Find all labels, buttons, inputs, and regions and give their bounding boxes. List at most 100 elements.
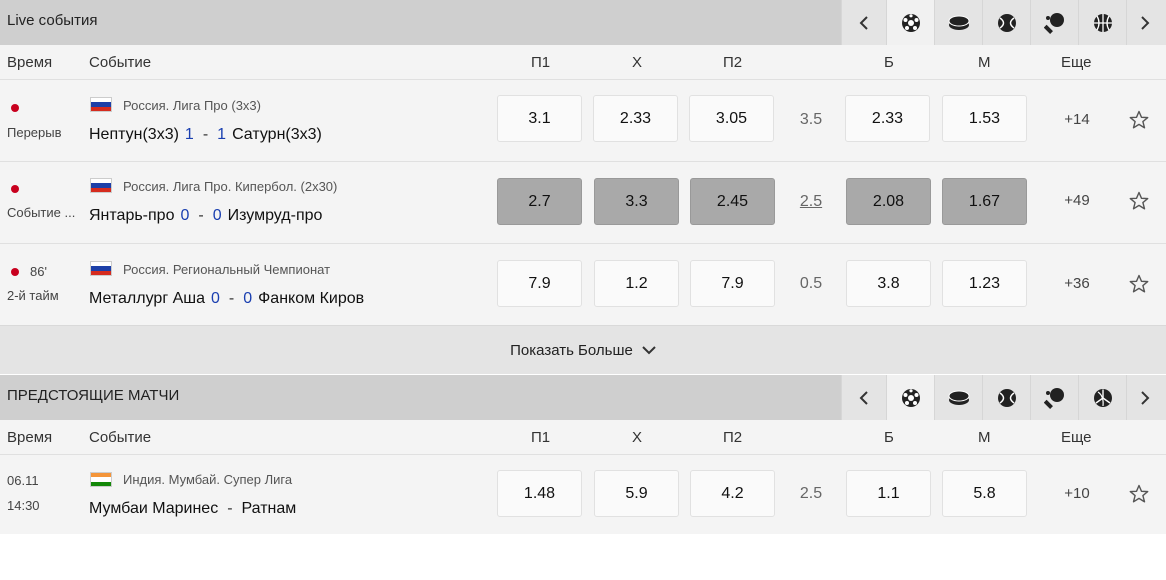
odd-under-button[interactable]: 5.8	[942, 470, 1027, 517]
upcoming-nav-prev-button[interactable]	[841, 375, 886, 420]
star-icon[interactable]	[1129, 110, 1149, 130]
odd-over-button[interactable]: 3.8	[846, 260, 931, 307]
basketball-icon	[1093, 13, 1112, 32]
upcoming-header: ПРЕДСТОЯЩИЕ МАТЧИ	[0, 375, 1166, 420]
live-header: Live события	[0, 0, 1166, 45]
total-value[interactable]: 2.5	[791, 193, 831, 211]
odd-p2-button[interactable]: 2.45	[690, 178, 775, 225]
chevron-left-icon	[859, 390, 868, 405]
live-nav-table-tennis[interactable]	[1030, 0, 1078, 45]
column-time: Время	[7, 429, 53, 446]
upcoming-nav-volleyball[interactable]	[1078, 375, 1126, 420]
hockey-puck-icon	[948, 15, 969, 30]
chevron-right-icon	[1141, 15, 1150, 30]
live-nav-soccer[interactable]	[886, 0, 934, 45]
table-row: 06.11 14:30 Индия. Мумбай. Супер Лига Му…	[0, 454, 1166, 534]
column-p2: П2	[723, 429, 743, 446]
soccer-ball-icon	[901, 388, 920, 407]
upcoming-nav-table-tennis[interactable]	[1030, 375, 1078, 420]
total-value: 2.5	[799, 485, 823, 502]
upcoming-section: ПРЕДСТОЯЩИЕ МАТЧИ Время Событие П1 Х П2 …	[0, 375, 1166, 534]
odd-x-button[interactable]: 2.33	[593, 95, 678, 142]
column-event: Событие	[89, 429, 152, 446]
upcoming-nav-tennis[interactable]	[982, 375, 1030, 420]
table-tennis-icon	[1043, 387, 1064, 409]
upcoming-title: ПРЕДСТОЯЩИЕ МАТЧИ	[0, 375, 841, 420]
upcoming-nav-hockey[interactable]	[934, 375, 982, 420]
live-indicator	[11, 185, 19, 193]
odd-over-button[interactable]: 2.33	[845, 95, 930, 142]
more-markets-link[interactable]: +36	[1054, 275, 1100, 292]
odd-p1-button[interactable]: 2.7	[497, 178, 582, 225]
basketball-icon	[997, 13, 1016, 32]
odd-x-button[interactable]: 1.2	[594, 260, 679, 307]
russia-flag-icon	[90, 97, 112, 112]
odd-under-button[interactable]: 1.67	[942, 178, 1027, 225]
odd-p2-button[interactable]: 4.2	[690, 470, 775, 517]
live-nav-prev-button[interactable]	[841, 0, 886, 45]
away-score: 0	[212, 207, 222, 224]
russia-flag-icon	[90, 178, 112, 193]
live-nav-tennis[interactable]	[982, 0, 1030, 45]
odd-under-button[interactable]: 1.23	[942, 260, 1027, 307]
column-more: Еще	[1061, 54, 1092, 71]
odd-p2-button[interactable]: 3.05	[689, 95, 774, 142]
column-event: Событие	[89, 54, 152, 71]
show-more-label: Показать Больше	[510, 341, 633, 359]
odd-over-button[interactable]: 2.08	[846, 178, 931, 225]
away-score: 1	[217, 126, 227, 143]
upcoming-nav-next-button[interactable]	[1126, 375, 1163, 420]
live-sport-nav	[841, 0, 1166, 45]
away-team: Ратнам	[241, 500, 297, 517]
odd-x-button[interactable]: 5.9	[594, 470, 679, 517]
match-date: 06.11	[7, 473, 39, 488]
match-teams[interactable]: Мумбаи Маринес - Ратнам	[89, 500, 296, 518]
soccer-ball-icon	[901, 13, 920, 32]
column-m: М	[978, 429, 991, 446]
home-team: Мумбаи Маринес	[89, 500, 219, 517]
home-score: 0	[180, 207, 190, 224]
show-more-button[interactable]: Показать Больше	[0, 325, 1166, 374]
column-more: Еще	[1061, 429, 1092, 446]
away-team: Фанком Киров	[258, 290, 365, 307]
odd-under-button[interactable]: 1.53	[942, 95, 1027, 142]
live-nav-hockey[interactable]	[934, 0, 982, 45]
table-row: 86' 2-й тайм Россия. Региональный Чемпио…	[0, 243, 1166, 325]
match-teams[interactable]: Нептун(3х3) 1-1 Сатурн(3х3)	[89, 126, 322, 144]
column-x: Х	[632, 429, 643, 446]
chevron-right-icon	[1141, 390, 1150, 405]
odd-p1-button[interactable]: 7.9	[497, 260, 582, 307]
match-status: Событие ...	[7, 205, 76, 220]
more-markets-link[interactable]: +14	[1054, 111, 1100, 128]
column-b: Б	[884, 429, 894, 446]
more-markets-link[interactable]: +49	[1054, 192, 1100, 209]
odd-p1-button[interactable]: 3.1	[497, 95, 582, 142]
chevron-down-icon	[642, 345, 656, 354]
odd-p1-button[interactable]: 1.48	[497, 470, 582, 517]
star-icon[interactable]	[1129, 274, 1149, 294]
table-row: Событие ... Россия. Лига Про. Кипербол. …	[0, 161, 1166, 243]
star-icon[interactable]	[1129, 484, 1149, 504]
odd-over-button[interactable]: 1.1	[846, 470, 931, 517]
match-teams[interactable]: Янтарь-про 0-0 Изумруд-про	[89, 207, 322, 225]
match-teams[interactable]: Металлург Аша 0-0 Фанком Киров	[89, 290, 364, 308]
match-status: Перерыв	[7, 125, 62, 140]
total-value: 0.5	[799, 275, 823, 292]
match-time: 14:30	[7, 498, 40, 513]
more-markets-link[interactable]: +10	[1054, 485, 1100, 502]
live-nav-next-button[interactable]	[1126, 0, 1163, 45]
home-team: Янтарь-про	[89, 207, 175, 224]
live-indicator	[11, 268, 19, 276]
home-score: 1	[184, 126, 194, 143]
away-team: Изумруд-про	[227, 207, 323, 224]
live-title: Live события	[0, 0, 841, 45]
live-nav-basketball[interactable]	[1078, 0, 1126, 45]
upcoming-nav-soccer[interactable]	[886, 375, 934, 420]
column-m: М	[978, 54, 991, 71]
league-name: Россия. Региональный Чемпионат	[123, 262, 331, 277]
star-icon[interactable]	[1129, 191, 1149, 211]
odd-x-button[interactable]: 3.3	[594, 178, 679, 225]
odd-p2-button[interactable]: 7.9	[690, 260, 775, 307]
upcoming-column-headers: Время Событие П1 Х П2 Б М Еще	[0, 420, 1166, 454]
live-section: Live события Время Событие П1 Х П2 Б М Е…	[0, 0, 1166, 374]
